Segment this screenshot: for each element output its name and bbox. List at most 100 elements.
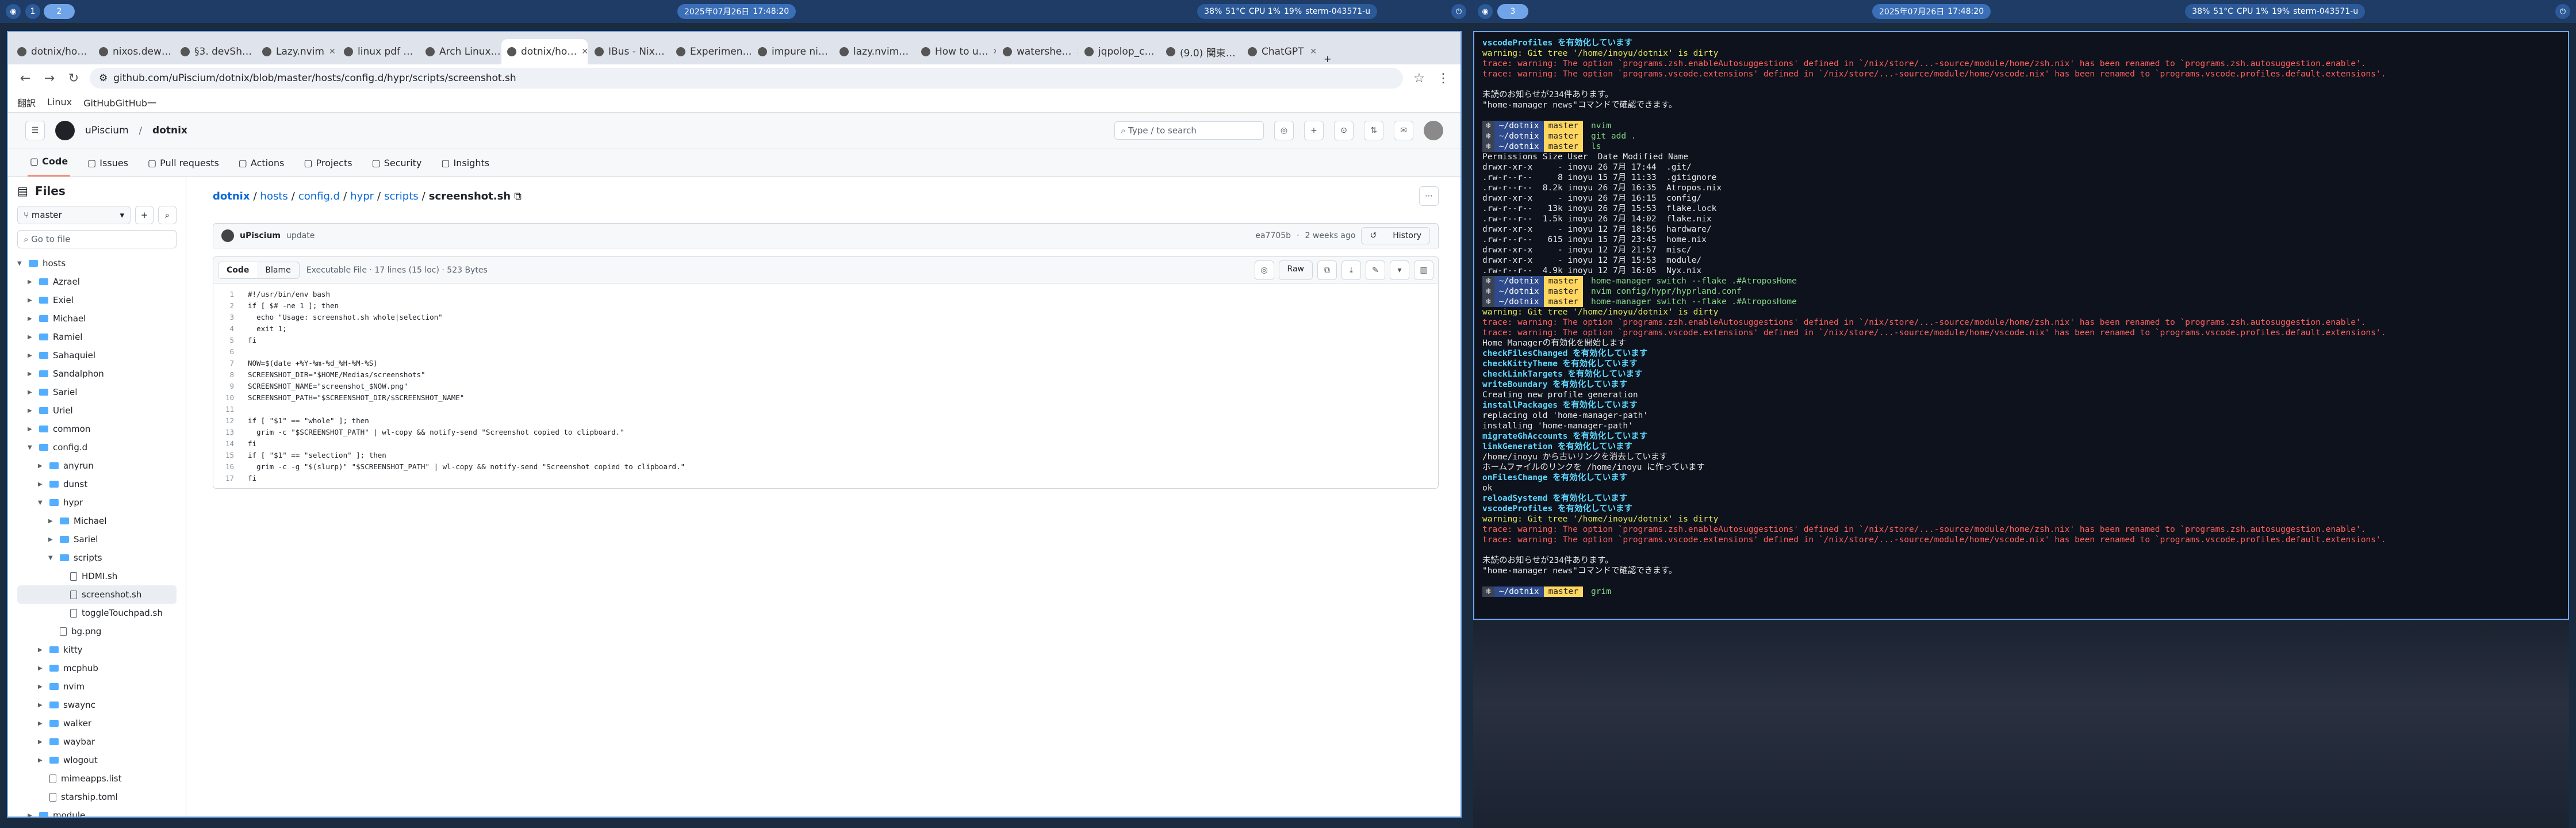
tree-file[interactable]: HDMI.sh xyxy=(17,567,177,585)
branch-select[interactable]: ⑂ master ▾ xyxy=(17,206,131,224)
browser-tab[interactable]: lazy.nvim… ✕ xyxy=(834,39,914,64)
power-icon[interactable]: ⏻ xyxy=(1451,4,1466,19)
tree-folder[interactable]: ▶ Uriel xyxy=(17,401,177,420)
power-icon[interactable]: ⏻ xyxy=(2555,4,2570,19)
browser-tab[interactable]: IBus - Nix…✕ xyxy=(589,39,669,64)
browser-tab[interactable]: Arch Linux… ✕ xyxy=(420,39,500,64)
tree-folder[interactable]: ▶ Michael xyxy=(17,309,177,328)
tree-folder[interactable]: ▶ anyrun xyxy=(17,457,177,475)
tree-folder[interactable]: ▼ hosts xyxy=(17,254,177,273)
browser-tab[interactable]: How to u… ✕ xyxy=(915,39,996,64)
tab-actions[interactable]: ▢ Actions xyxy=(236,158,287,177)
browser-tab[interactable]: Lazy.nvim ✕ xyxy=(256,39,337,64)
close-icon[interactable]: ✕ xyxy=(993,47,996,56)
workspace-switcher[interactable]: 3 xyxy=(1497,4,1528,19)
search-files-button[interactable]: ⌕ xyxy=(158,206,177,224)
tree-file[interactable]: toggleTouchpad.sh xyxy=(17,604,177,622)
tree-folder[interactable]: ▼ hypr xyxy=(17,493,177,512)
issues-icon[interactable]: ⊙ xyxy=(1334,120,1354,140)
browser-tab[interactable]: nixos.dew… ✕ xyxy=(93,39,174,64)
browser-tab[interactable]: watershe… ✕ xyxy=(997,39,1078,64)
app-launcher-icon[interactable]: ◉ xyxy=(6,4,21,19)
tree-file[interactable]: mimeapps.list xyxy=(17,769,177,788)
avatar[interactable] xyxy=(221,229,234,242)
workspace-2[interactable]: 2 xyxy=(44,4,75,19)
raw-button[interactable]: Raw xyxy=(1279,261,1312,279)
tree-folder[interactable]: ▼ scripts xyxy=(17,549,177,567)
tree-folder[interactable]: ▶ wlogout xyxy=(17,751,177,769)
tree-folder[interactable]: ▶ Sandalphon xyxy=(17,365,177,383)
commit-author[interactable]: uPiscium xyxy=(240,231,281,240)
github-logo-icon[interactable] xyxy=(55,120,75,140)
repo-name[interactable]: dotnix xyxy=(152,125,187,136)
bookmark-star-icon[interactable]: ☆ xyxy=(1411,71,1427,86)
go-to-file-input[interactable]: ⌕ Go to file xyxy=(17,230,177,248)
breadcrumb-link[interactable]: hosts xyxy=(260,190,288,202)
close-icon[interactable]: ✕ xyxy=(1076,47,1078,56)
history-button[interactable]: ↺ History xyxy=(1361,227,1430,244)
browser-tab[interactable]: §3. devSh…✕ xyxy=(175,39,255,64)
tree-folder[interactable]: ▶ kitty xyxy=(17,641,177,659)
pull-requests-icon[interactable]: ⇅ xyxy=(1364,120,1383,140)
new-tab-icon[interactable]: + xyxy=(1324,53,1331,64)
tree-folder[interactable]: ▼ config.d xyxy=(17,438,177,457)
commit-hash[interactable]: ea7705b xyxy=(1255,231,1291,240)
tree-folder[interactable]: ▶ module xyxy=(17,806,177,816)
sidebar-collapse-icon[interactable]: ▤ xyxy=(17,184,28,198)
more-options-icon[interactable]: ⋯ xyxy=(1419,186,1439,206)
workspace-switcher[interactable]: 12 xyxy=(25,4,75,19)
repo-owner[interactable]: uPiscium xyxy=(85,125,129,136)
address-bar[interactable]: ⚙ github.com/uPiscium/dotnix/blob/master/… xyxy=(90,68,1403,89)
breadcrumb-link[interactable]: scripts xyxy=(384,190,419,202)
workspace-1[interactable]: 1 xyxy=(25,4,40,19)
browser-tab[interactable]: dotnix/ho… ✕ xyxy=(501,39,588,64)
tree-folder[interactable]: ▶ nvim xyxy=(17,677,177,696)
edit-icon[interactable]: ✎ xyxy=(1366,260,1385,280)
tab-security[interactable]: ▢ Security xyxy=(370,158,424,177)
inbox-icon[interactable]: ✉ xyxy=(1394,120,1413,140)
tree-folder[interactable]: ▶ Exiel xyxy=(17,291,177,309)
browser-tab[interactable]: jqpolop_c… ✕ xyxy=(1079,39,1159,64)
breadcrumb-link[interactable]: config.d xyxy=(298,190,340,202)
bookmark-item[interactable]: GitHubGitHub一 xyxy=(83,95,156,109)
close-icon[interactable]: ✕ xyxy=(913,47,914,56)
close-icon[interactable]: ✕ xyxy=(329,47,336,56)
close-icon[interactable]: ✕ xyxy=(91,47,92,56)
bookmark-item[interactable]: 翻訳 xyxy=(17,95,36,109)
add-file-button[interactable]: + xyxy=(135,206,154,224)
bookmark-item[interactable]: Linux xyxy=(47,97,72,108)
close-icon[interactable]: ✕ xyxy=(1240,47,1241,56)
reload-icon[interactable]: ↻ xyxy=(66,71,82,86)
tree-folder[interactable]: ▶ mcphub xyxy=(17,659,177,677)
hamburger-icon[interactable]: ☰ xyxy=(25,120,45,140)
copilot-icon[interactable]: ◎ xyxy=(1254,260,1274,280)
close-icon[interactable]: ✕ xyxy=(417,47,419,56)
forward-icon[interactable]: → xyxy=(41,71,57,86)
tab-code[interactable]: ▢ Code xyxy=(28,156,71,177)
tree-folder[interactable]: ▶ dunst xyxy=(17,475,177,493)
copy-icon[interactable]: ⧉ xyxy=(1317,260,1337,280)
tree-folder[interactable]: ▶ Sariel xyxy=(17,530,177,549)
tree-folder[interactable]: ▶ common xyxy=(17,420,177,438)
commit-message[interactable]: update xyxy=(286,231,315,240)
create-new-icon[interactable]: + xyxy=(1304,120,1324,140)
tab-pull-requests[interactable]: ▢ Pull requests xyxy=(145,158,221,177)
browser-tab[interactable]: linux pdf … ✕ xyxy=(338,39,419,64)
browser-tab[interactable]: impure ni…✕ xyxy=(752,39,833,64)
browser-tab[interactable]: Experimen…✕ xyxy=(670,39,751,64)
app-launcher-icon[interactable]: ◉ xyxy=(1478,4,1493,19)
copy-path-icon[interactable]: ⧉ xyxy=(514,190,522,202)
menu-icon[interactable]: ⋮ xyxy=(1435,71,1451,86)
workspace-3[interactable]: 3 xyxy=(1497,4,1528,19)
tree-file[interactable]: screenshot.sh xyxy=(17,585,177,604)
browser-tab[interactable]: (9.0) 関東… ✕ xyxy=(1160,39,1241,64)
code-blame-toggle[interactable]: Code Blame xyxy=(218,261,300,279)
tree-folder[interactable]: ▶ Michael xyxy=(17,512,177,530)
browser-tab[interactable]: ChatGPT ✕ xyxy=(1242,39,1322,64)
tree-folder[interactable]: ▶ Azrael xyxy=(17,273,177,291)
tree-file[interactable]: bg.png xyxy=(17,622,177,641)
tab-code[interactable]: Code xyxy=(218,262,258,278)
tree-folder[interactable]: ▶ walker xyxy=(17,714,177,733)
download-icon[interactable]: ⤓ xyxy=(1341,260,1361,280)
tree-folder[interactable]: ▶ waybar xyxy=(17,733,177,751)
